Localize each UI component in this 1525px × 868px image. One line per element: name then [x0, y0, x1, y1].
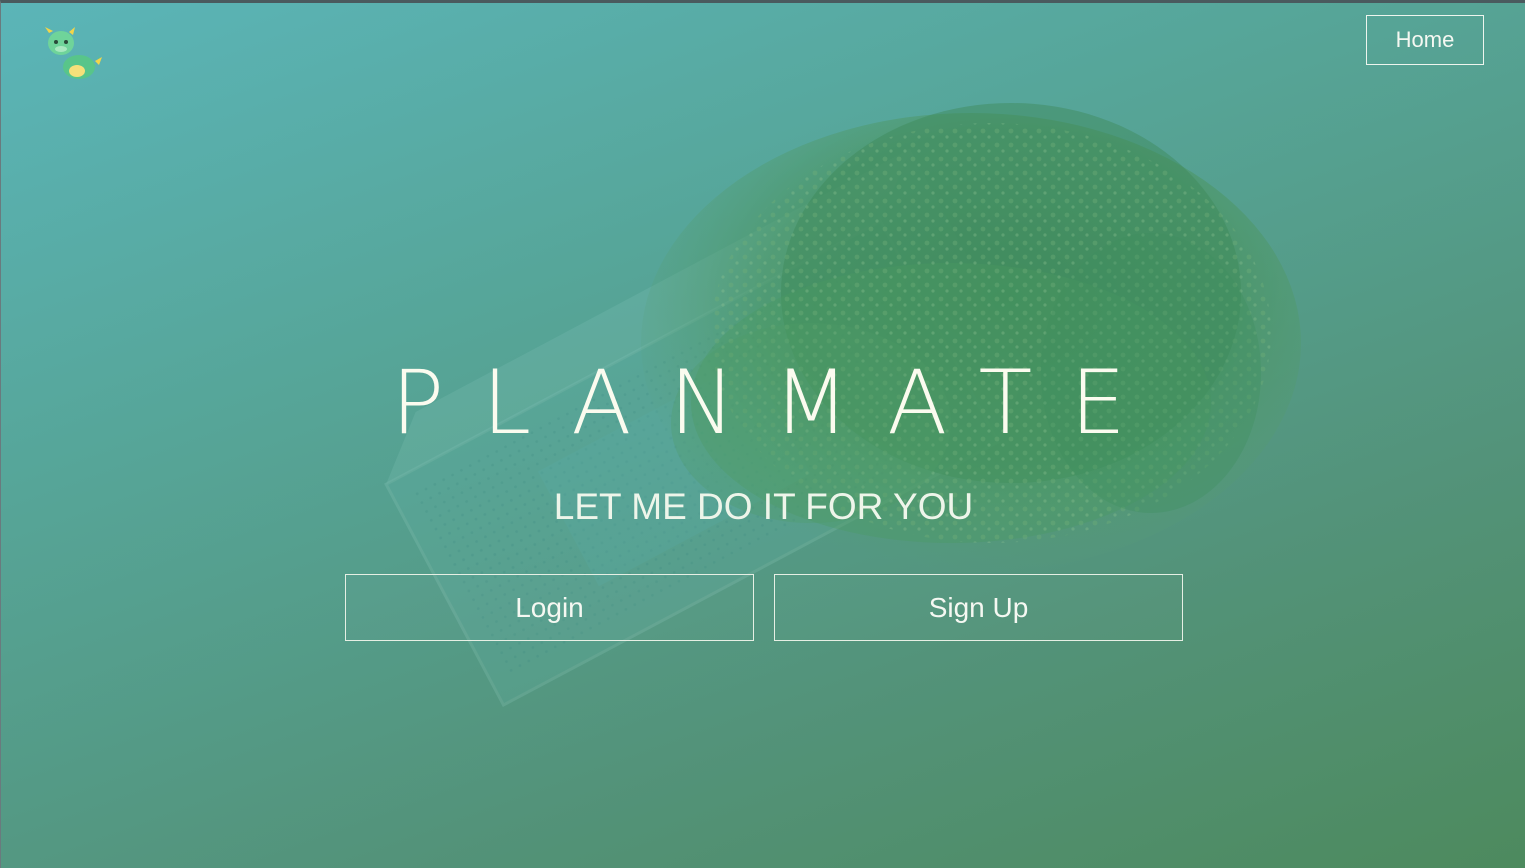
home-button[interactable]: Home [1366, 15, 1484, 65]
app-title: PLANMATE [391, 351, 1164, 454]
app-tagline: LET ME DO IT FOR YOU [553, 486, 974, 527]
auth-actions: Login Sign Up [345, 574, 1183, 642]
signup-button[interactable]: Sign Up [774, 574, 1183, 641]
dragon-mascot-icon[interactable] [39, 25, 105, 87]
landing-page: Home PLANMATE LET ME DO IT FOR YOU Login… [0, 0, 1525, 868]
login-button[interactable]: Login [345, 574, 754, 641]
